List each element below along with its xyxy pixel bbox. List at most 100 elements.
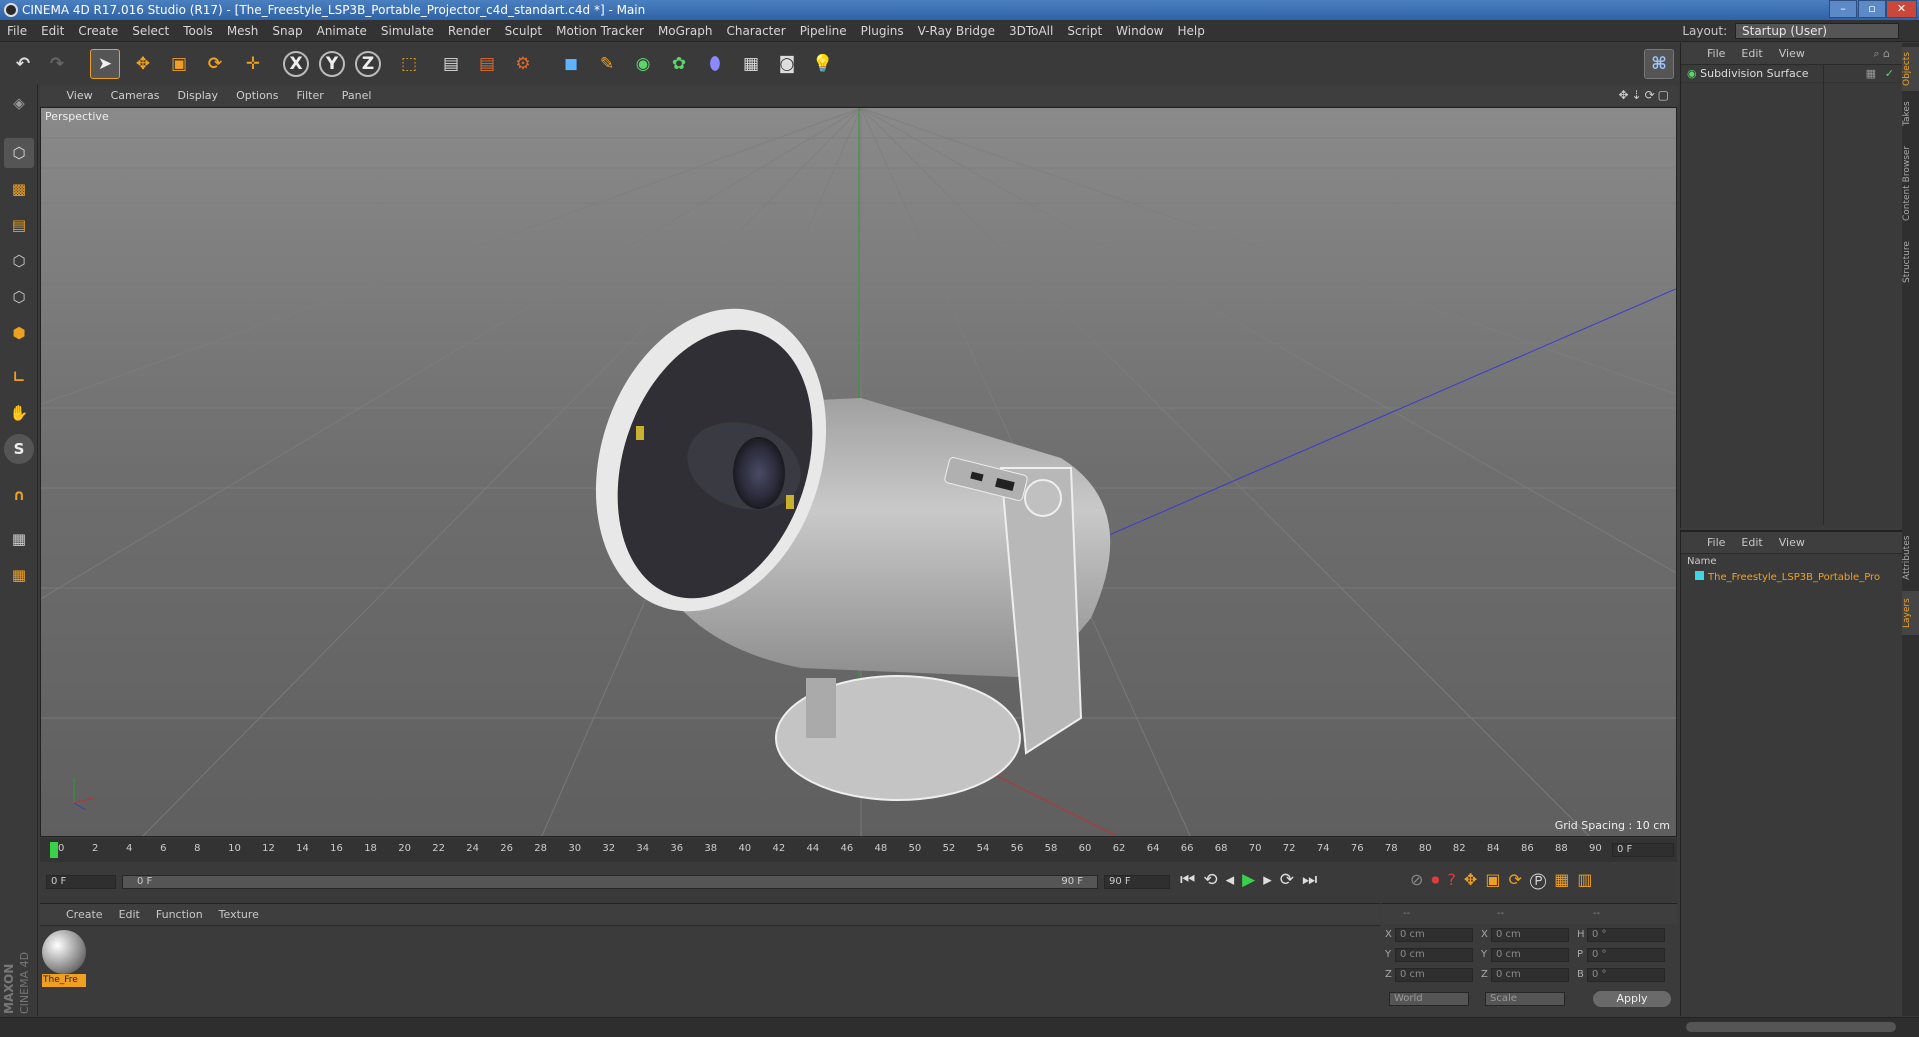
menu-character[interactable]: Character — [719, 20, 792, 42]
key-position-icon[interactable]: ✥ — [1464, 870, 1485, 889]
coord-value-field[interactable]: 0 cm — [1491, 948, 1569, 962]
menu-script[interactable]: Script — [1060, 20, 1109, 42]
menu-simulate[interactable]: Simulate — [374, 20, 441, 42]
key-param-icon[interactable]: Ⓟ — [1530, 870, 1554, 889]
material-menu-texture[interactable]: Texture — [211, 904, 267, 926]
scale-tool-icon[interactable]: ▣ — [164, 49, 194, 79]
python-icon[interactable]: ⌘ — [1644, 49, 1674, 79]
play-icon[interactable]: ▶ — [1242, 870, 1263, 890]
coord-value-field[interactable]: 0 ° — [1587, 948, 1665, 962]
tab-content-browser[interactable]: Content Browser — [1902, 137, 1919, 229]
key-rotation-icon[interactable]: ⟳ — [1508, 870, 1529, 889]
workplane-icon[interactable]: ▤ — [4, 210, 34, 240]
light-icon[interactable]: 💡 — [808, 49, 838, 79]
viewport-perspective[interactable]: Perspective Grid Spacing : 10 cm — [40, 107, 1677, 837]
transform-tool-icon[interactable]: ✛ — [238, 49, 268, 79]
menu-help[interactable]: Help — [1170, 20, 1211, 42]
prev-key-icon[interactable]: ⟲ — [1203, 870, 1225, 890]
maximize-button[interactable]: ▫ — [1858, 0, 1886, 18]
viewport-menu-panel[interactable]: Panel — [333, 86, 381, 106]
render-settings-icon[interactable]: ⚙ — [508, 49, 538, 79]
motion-path-icon[interactable]: ⊘ — [1410, 870, 1431, 889]
polygons-mode-icon[interactable]: ⬢ — [4, 318, 34, 348]
planar-workplane-icon[interactable]: ▦ — [4, 560, 34, 590]
menu-render[interactable]: Render — [441, 20, 498, 42]
coord-value-field[interactable]: 0 cm — [1395, 968, 1473, 982]
world-coord-icon[interactable]: ⬚ — [394, 49, 424, 79]
menu-plugins[interactable]: Plugins — [854, 20, 911, 42]
menu-3dtoall[interactable]: 3DToAll — [1002, 20, 1060, 42]
coord-value-field[interactable]: 0 cm — [1395, 928, 1473, 942]
coord-value-field[interactable]: 0 cm — [1395, 948, 1473, 962]
object-menu-file[interactable]: File — [1699, 43, 1733, 65]
render-view-icon[interactable]: ▤ — [436, 49, 466, 79]
layer-menu-edit[interactable]: Edit — [1733, 532, 1770, 554]
next-key-icon[interactable]: ⟳ — [1280, 870, 1302, 890]
lock-workplane-icon[interactable]: ▦ — [4, 524, 34, 554]
object-enabled-icon[interactable]: ✓ — [1885, 65, 1894, 83]
redo-icon[interactable]: ↷ — [42, 49, 72, 79]
menu-snap[interactable]: Snap — [265, 20, 309, 42]
object-menu-view[interactable]: View — [1771, 43, 1813, 65]
array-icon[interactable]: ✿ — [664, 49, 694, 79]
material-menu-function[interactable]: Function — [148, 904, 211, 926]
axis-mode-icon[interactable]: ∟ — [4, 362, 34, 392]
coord-value-field[interactable]: 0 ° — [1587, 968, 1665, 982]
start-frame-field[interactable]: 0 F — [46, 875, 116, 889]
end-frame-field[interactable]: 90 F — [1104, 875, 1170, 889]
menu-animate[interactable]: Animate — [310, 20, 374, 42]
tab-attributes[interactable]: Attributes — [1902, 531, 1919, 585]
object-search-icon[interactable]: ⌕ ⌂ — [1865, 43, 1898, 65]
material-menu-edit[interactable]: Edit — [111, 904, 148, 926]
menu-file[interactable]: File — [0, 20, 34, 42]
prev-frame-icon[interactable]: ◂ — [1226, 870, 1243, 890]
viewport-menu-cameras[interactable]: Cameras — [102, 86, 169, 106]
object-row[interactable]: ◉ Subdivision Surface ▦ ✓ — [1681, 65, 1902, 83]
floor-icon[interactable]: ▦ — [736, 49, 766, 79]
tab-structure[interactable]: Structure — [1902, 235, 1919, 289]
horizontal-scrollbar[interactable] — [1686, 1022, 1896, 1032]
tab-objects[interactable]: Objects — [1902, 47, 1919, 91]
subdivision-icon[interactable]: ◉ — [628, 49, 658, 79]
record-key-icon[interactable]: ⏺ — [1431, 870, 1447, 889]
camera-icon[interactable]: ◙ — [772, 49, 802, 79]
minimize-button[interactable]: – — [1829, 0, 1857, 18]
goto-end-icon[interactable]: ⏭ — [1302, 870, 1325, 890]
viewport-menu-view[interactable]: View — [58, 86, 102, 106]
next-frame-icon[interactable]: ▸ — [1263, 870, 1280, 890]
timeline-ruler[interactable]: 0 2 4 6 8 10 12 14 16 18 20 22 24 26 28 30 32 34 36 38 40 42 4… — [40, 838, 1677, 862]
viewport-nav-icons[interactable]: ✥⇣⟳▢ — [1618, 88, 1672, 102]
texture-mode-icon[interactable]: ▩ — [4, 174, 34, 204]
material-swatch[interactable]: The_Fre — [42, 930, 86, 988]
menu-mesh[interactable]: Mesh — [220, 20, 266, 42]
current-frame-field[interactable]: 0 F — [1612, 843, 1674, 857]
menu-edit[interactable]: Edit — [34, 20, 71, 42]
coord-value-field[interactable]: 0 ° — [1587, 928, 1665, 942]
undo-icon[interactable]: ↶ — [8, 49, 38, 79]
points-mode-icon[interactable]: ⬡ — [4, 246, 34, 276]
apply-button[interactable]: Apply — [1593, 991, 1671, 1007]
key-scale-icon[interactable]: ▣ — [1485, 870, 1508, 889]
menu-sculpt[interactable]: Sculpt — [498, 20, 549, 42]
coord-mode-scale[interactable]: Scale — [1485, 992, 1565, 1006]
layer-menu-file[interactable]: File — [1699, 532, 1733, 554]
move-tool-icon[interactable]: ✥ — [128, 49, 158, 79]
tab-takes[interactable]: Takes — [1902, 97, 1919, 131]
menu-vray-bridge[interactable]: V-Ray Bridge — [911, 20, 1002, 42]
pen-spline-icon[interactable]: ✎ — [592, 49, 622, 79]
coord-value-field[interactable]: 0 cm — [1491, 928, 1569, 942]
timeline-window-icon[interactable]: ▥ — [1577, 870, 1600, 889]
z-axis-icon[interactable]: Z — [355, 51, 381, 77]
viewport-menu-options[interactable]: Options — [227, 86, 287, 106]
select-tool-icon[interactable]: ➤ — [90, 49, 120, 79]
y-axis-icon[interactable]: Y — [319, 51, 345, 77]
menu-tools[interactable]: Tools — [176, 20, 220, 42]
snap-icon[interactable]: S — [4, 434, 34, 464]
menu-create[interactable]: Create — [71, 20, 125, 42]
deformer-icon[interactable]: ⬮ — [700, 49, 730, 79]
menu-motion-tracker[interactable]: Motion Tracker — [549, 20, 651, 42]
viewport-menu-display[interactable]: Display — [169, 86, 228, 106]
menu-window[interactable]: Window — [1109, 20, 1170, 42]
layout-dropdown[interactable]: Startup (User) — [1735, 23, 1899, 39]
menu-mograph[interactable]: MoGraph — [651, 20, 720, 42]
